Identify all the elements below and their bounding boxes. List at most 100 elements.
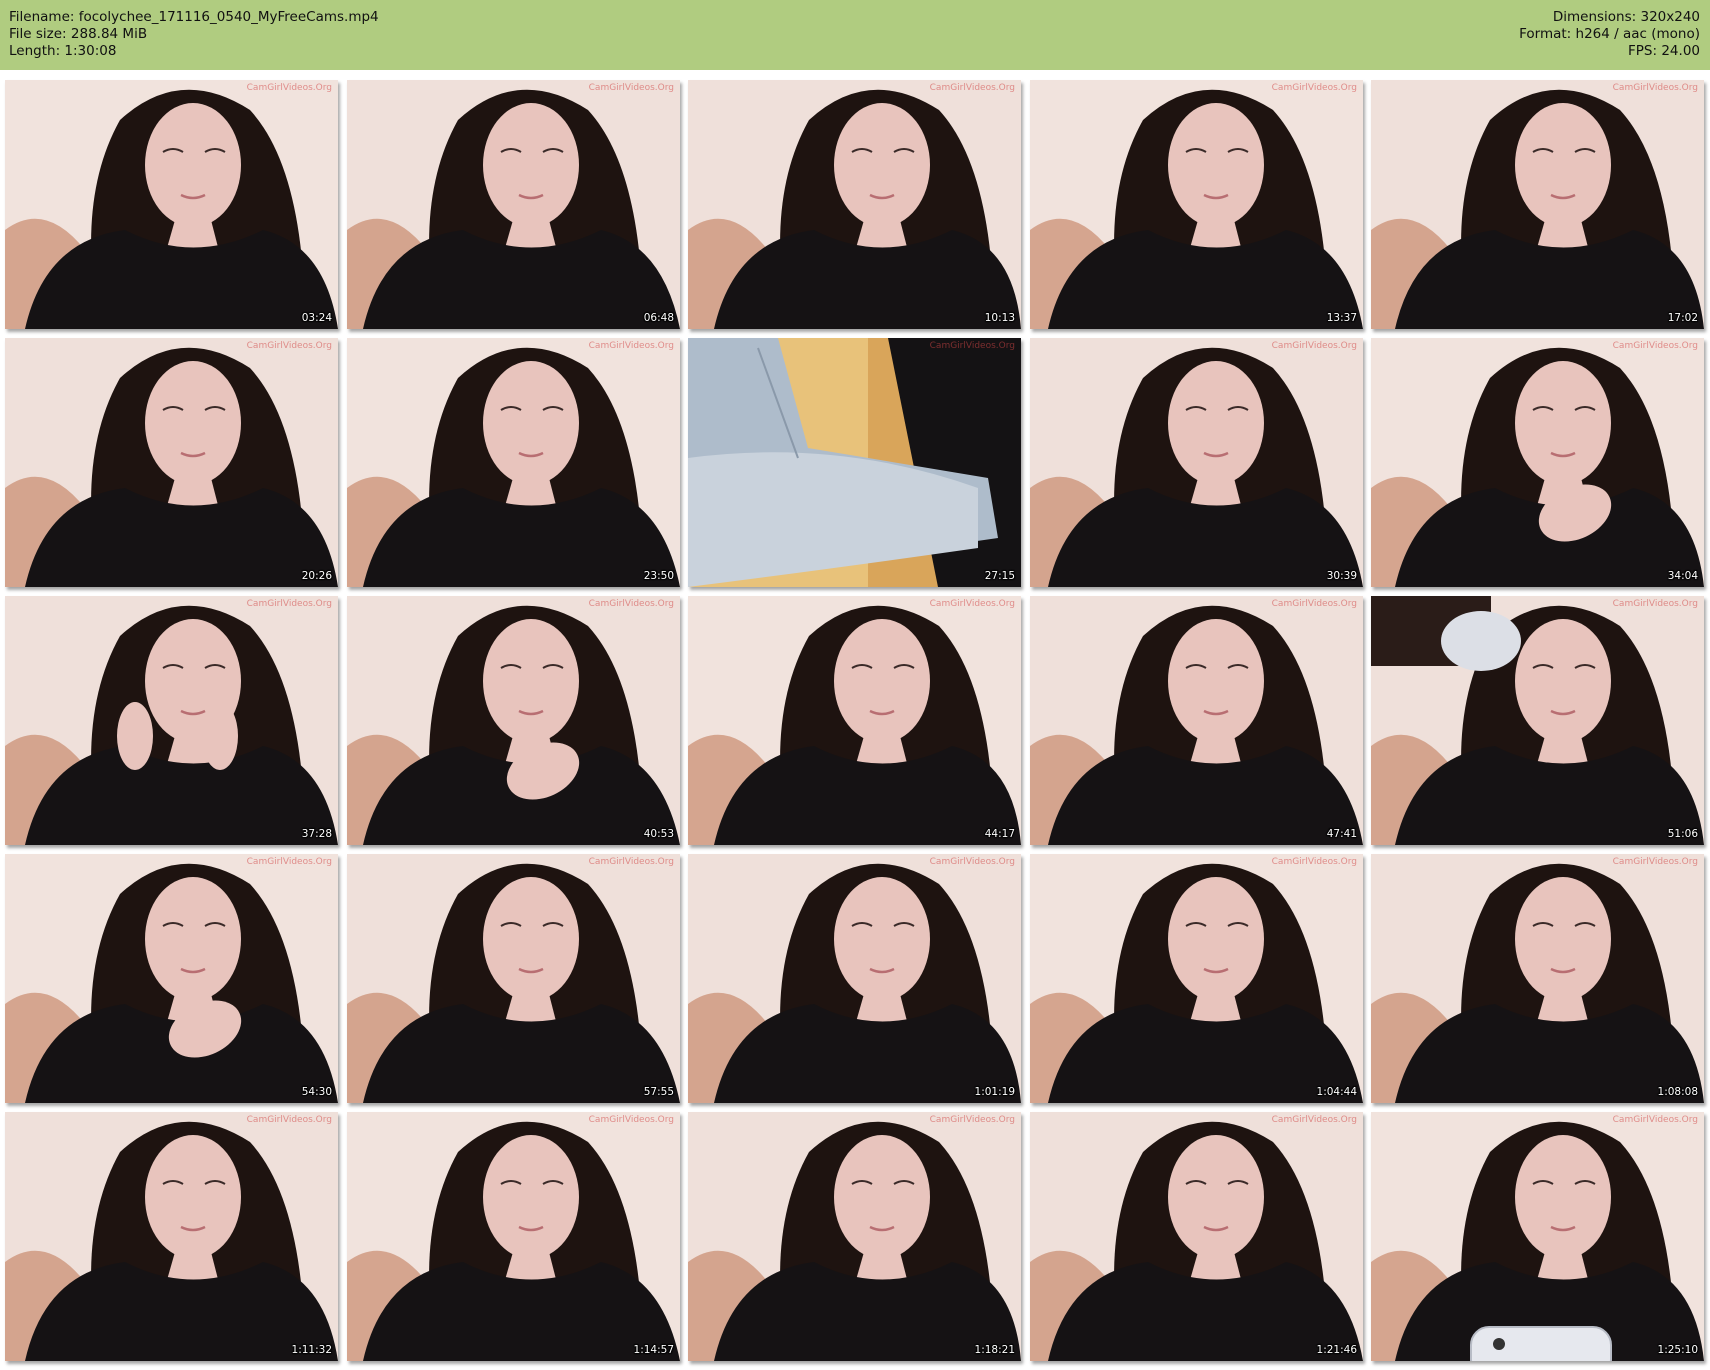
watermark-text: CamGirlVideos.Org bbox=[588, 1115, 674, 1125]
thumbnail-image bbox=[1371, 80, 1704, 329]
thumbnail-timestamp: 51:06 bbox=[1667, 828, 1698, 840]
video-thumbnail: CamGirlVideos.Org 1:21:46 bbox=[1030, 1112, 1363, 1361]
thumbnail-timestamp: 1:25:10 bbox=[1657, 1344, 1698, 1356]
video-thumbnail: CamGirlVideos.Org 06:48 bbox=[347, 80, 680, 329]
thumbnail-image bbox=[347, 338, 680, 587]
video-thumbnail: CamGirlVideos.Org 1:11:32 bbox=[5, 1112, 338, 1361]
watermark-text: CamGirlVideos.Org bbox=[929, 83, 1015, 93]
video-thumbnail: CamGirlVideos.Org 34:04 bbox=[1371, 338, 1704, 587]
fps-text: FPS: 24.00 bbox=[1628, 43, 1700, 59]
thumbnail-image bbox=[347, 854, 680, 1103]
thumbnail-image bbox=[1030, 80, 1363, 329]
video-thumbnail: CamGirlVideos.Org 1:08:08 bbox=[1371, 854, 1704, 1103]
video-thumbnail: CamGirlVideos.Org 20:26 bbox=[5, 338, 338, 587]
video-thumbnail: CamGirlVideos.Org 23:50 bbox=[347, 338, 680, 587]
video-thumbnail: CamGirlVideos.Org 17:02 bbox=[1371, 80, 1704, 329]
thumbnail-timestamp: 17:02 bbox=[1667, 312, 1698, 324]
thumbnail-image bbox=[347, 1112, 680, 1361]
watermark-text: CamGirlVideos.Org bbox=[929, 1115, 1015, 1125]
thumbnail-image bbox=[5, 596, 338, 845]
thumbnail-timestamp: 10:13 bbox=[984, 312, 1015, 324]
thumbnail-image bbox=[688, 80, 1021, 329]
thumbnail-image bbox=[1030, 338, 1363, 587]
thumbnail-image bbox=[347, 80, 680, 329]
file-size-text: File size: 288.84 MiB bbox=[9, 26, 148, 42]
video-thumbnail: CamGirlVideos.Org 37:28 bbox=[5, 596, 338, 845]
thumbnail-timestamp: 27:15 bbox=[984, 570, 1015, 582]
video-thumbnail: CamGirlVideos.Org 13:37 bbox=[1030, 80, 1363, 329]
thumbnail-timestamp: 44:17 bbox=[984, 828, 1015, 840]
info-header: Filename: focolychee_171116_0540_MyFreeC… bbox=[0, 0, 1710, 70]
watermark-text: CamGirlVideos.Org bbox=[588, 83, 674, 93]
header-left: Filename: focolychee_171116_0540_MyFreeC… bbox=[9, 9, 379, 60]
thumbnail-image bbox=[5, 80, 338, 329]
thumbnail-timestamp: 54:30 bbox=[301, 1086, 332, 1098]
watermark-text: CamGirlVideos.Org bbox=[588, 857, 674, 867]
header-right: Dimensions: 320x240 Format: h264 / aac (… bbox=[1519, 9, 1700, 60]
video-thumbnail: CamGirlVideos.Org 30:39 bbox=[1030, 338, 1363, 587]
video-thumbnail: CamGirlVideos.Org 03:24 bbox=[5, 80, 338, 329]
video-thumbnail: CamGirlVideos.Org 10:13 bbox=[688, 80, 1021, 329]
video-thumbnail: CamGirlVideos.Org 1:18:21 bbox=[688, 1112, 1021, 1361]
thumbnail-image bbox=[1371, 338, 1704, 587]
thumbnail-timestamp: 1:01:19 bbox=[974, 1086, 1015, 1098]
thumbnail-timestamp: 13:37 bbox=[1326, 312, 1357, 324]
watermark-text: CamGirlVideos.Org bbox=[1612, 857, 1698, 867]
watermark-text: CamGirlVideos.Org bbox=[246, 857, 332, 867]
thumbnail-timestamp: 06:48 bbox=[643, 312, 674, 324]
format-text: Format: h264 / aac (mono) bbox=[1519, 26, 1700, 42]
thumbnail-image bbox=[347, 596, 680, 845]
watermark-text: CamGirlVideos.Org bbox=[1271, 1115, 1357, 1125]
thumbnail-image bbox=[5, 854, 338, 1103]
thumbnail-timestamp: 1:14:57 bbox=[633, 1344, 674, 1356]
video-thumbnail: CamGirlVideos.Org 1:01:19 bbox=[688, 854, 1021, 1103]
thumbnail-timestamp: 20:26 bbox=[301, 570, 332, 582]
thumbnail-image bbox=[688, 338, 1021, 587]
thumbnail-timestamp: 1:21:46 bbox=[1316, 1344, 1357, 1356]
thumbnail-timestamp: 23:50 bbox=[643, 570, 674, 582]
thumbnail-grid: CamGirlVideos.Org 03:24 CamGirlVideos.Org 0… bbox=[5, 80, 1705, 1365]
thumbnail-timestamp: 34:04 bbox=[1667, 570, 1698, 582]
thumbnail-image bbox=[688, 1112, 1021, 1361]
video-thumbnail: CamGirlVideos.Org 51:06 bbox=[1371, 596, 1704, 845]
thumbnail-image bbox=[1371, 1112, 1704, 1361]
watermark-text: CamGirlVideos.Org bbox=[929, 857, 1015, 867]
watermark-text: CamGirlVideos.Org bbox=[1271, 599, 1357, 609]
thumbnail-timestamp: 03:24 bbox=[301, 312, 332, 324]
watermark-text: CamGirlVideos.Org bbox=[1271, 857, 1357, 867]
length-text: Length: 1:30:08 bbox=[9, 43, 117, 59]
video-thumbnail: CamGirlVideos.Org 27:15 bbox=[688, 338, 1021, 587]
thumbnail-image bbox=[688, 596, 1021, 845]
video-thumbnail: CamGirlVideos.Org 47:41 bbox=[1030, 596, 1363, 845]
thumbnail-image bbox=[1030, 596, 1363, 845]
dimensions-text: Dimensions: 320x240 bbox=[1552, 9, 1700, 25]
video-thumbnail: CamGirlVideos.Org 57:55 bbox=[347, 854, 680, 1103]
thumbnail-image bbox=[5, 338, 338, 587]
thumbnail-timestamp: 57:55 bbox=[643, 1086, 674, 1098]
thumbnail-timestamp: 1:04:44 bbox=[1316, 1086, 1357, 1098]
watermark-text: CamGirlVideos.Org bbox=[246, 341, 332, 351]
thumbnail-timestamp: 1:08:08 bbox=[1657, 1086, 1698, 1098]
thumbnail-image bbox=[1030, 854, 1363, 1103]
filename-text: Filename: focolychee_171116_0540_MyFreeC… bbox=[9, 9, 379, 25]
watermark-text: CamGirlVideos.Org bbox=[588, 599, 674, 609]
watermark-text: CamGirlVideos.Org bbox=[1271, 341, 1357, 351]
thumbnail-timestamp: 1:11:32 bbox=[291, 1344, 332, 1356]
video-thumbnail: CamGirlVideos.Org 1:04:44 bbox=[1030, 854, 1363, 1103]
thumbnail-image bbox=[688, 854, 1021, 1103]
thumbnail-timestamp: 30:39 bbox=[1326, 570, 1357, 582]
thumbnail-timestamp: 47:41 bbox=[1326, 828, 1357, 840]
watermark-text: CamGirlVideos.Org bbox=[929, 341, 1015, 351]
watermark-text: CamGirlVideos.Org bbox=[246, 83, 332, 93]
video-thumbnail: CamGirlVideos.Org 44:17 bbox=[688, 596, 1021, 845]
thumbnail-timestamp: 37:28 bbox=[301, 828, 332, 840]
watermark-text: CamGirlVideos.Org bbox=[246, 599, 332, 609]
video-thumbnail: CamGirlVideos.Org 1:25:10 bbox=[1371, 1112, 1704, 1361]
thumbnail-image bbox=[1371, 596, 1704, 845]
thumbnail-timestamp: 40:53 bbox=[643, 828, 674, 840]
watermark-text: CamGirlVideos.Org bbox=[1612, 599, 1698, 609]
thumbnail-image bbox=[5, 1112, 338, 1361]
watermark-text: CamGirlVideos.Org bbox=[1612, 1115, 1698, 1125]
watermark-text: CamGirlVideos.Org bbox=[929, 599, 1015, 609]
thumbnail-image bbox=[1371, 854, 1704, 1103]
